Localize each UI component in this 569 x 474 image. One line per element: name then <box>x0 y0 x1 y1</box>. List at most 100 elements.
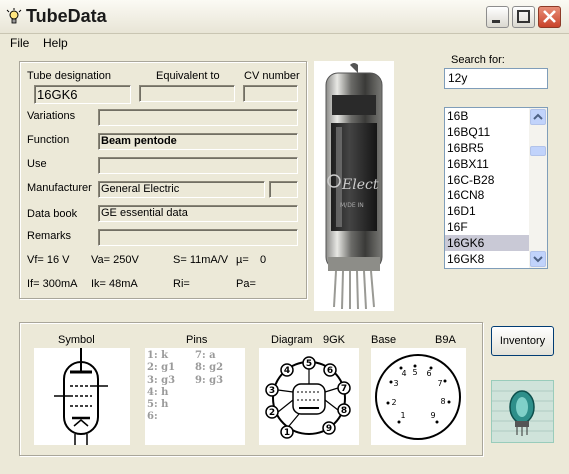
search-label: Search for: <box>451 54 505 66</box>
remarks-field[interactable] <box>98 229 298 246</box>
scroll-thumb[interactable] <box>530 146 546 156</box>
menu-file[interactable]: File <box>10 36 29 50</box>
equivalent-to-field[interactable] <box>139 85 235 102</box>
list-item[interactable]: 16B <box>445 108 529 124</box>
list-item[interactable]: 16BX11 <box>445 156 529 172</box>
maximize-button[interactable] <box>512 6 535 28</box>
pins-panel: 1: k 2: g1 3: g3 4: h 5: h 6: 7: a 8: g2… <box>145 348 245 445</box>
diagram-label: Diagram <box>271 334 313 346</box>
svg-text:5: 5 <box>412 368 417 377</box>
ri-value: Ri= <box>173 278 190 290</box>
tube-logo-icon <box>491 380 554 443</box>
pinout-diagram: 5 6 7 8 9 1 2 3 4 <box>259 348 359 445</box>
use-label: Use <box>27 158 47 170</box>
svg-text:3: 3 <box>269 386 275 396</box>
va-value: Va= 250V <box>91 254 139 266</box>
pin-entry: 2: g1 <box>147 362 176 374</box>
svg-text:4: 4 <box>284 366 290 376</box>
tube-designation-field[interactable]: 16GK6 <box>34 85 131 104</box>
cv-number-field[interactable] <box>243 85 298 102</box>
pin-entry: 6: <box>147 411 158 423</box>
function-label: Function <box>27 134 70 146</box>
use-field[interactable] <box>98 157 298 174</box>
symbol-label: Symbol <box>58 334 95 346</box>
svg-text:5: 5 <box>306 359 312 369</box>
base-label: Base <box>371 334 397 346</box>
minimize-icon <box>492 20 500 23</box>
pin-entry: 4: h <box>147 386 169 398</box>
list-item-selected[interactable]: 16GK6 <box>445 235 529 252</box>
data-book-field[interactable]: GE essential data <box>98 205 298 222</box>
pin-entry: 7: a <box>195 350 216 361</box>
mu-value: 0 <box>260 254 267 266</box>
svg-text:1: 1 <box>284 428 290 438</box>
svg-text:6: 6 <box>327 366 333 376</box>
pa-value: Pa= <box>236 278 256 290</box>
svg-text:9: 9 <box>430 411 435 420</box>
pin-entry: 9: g3 <box>195 374 224 386</box>
window-title: TubeData <box>26 6 107 26</box>
cv-number-label: CV number <box>244 70 300 82</box>
list-item[interactable]: 16GK8 <box>445 251 529 267</box>
svg-text:3: 3 <box>393 379 398 388</box>
list-item[interactable]: 16BR5 <box>445 140 529 156</box>
function-field[interactable]: Beam pentode <box>98 133 298 150</box>
base-code: B9A <box>435 334 456 346</box>
svg-text:1: 1 <box>400 411 405 420</box>
search-input[interactable]: 12y <box>444 68 548 89</box>
variations-label: Variations <box>27 110 76 122</box>
pin-entry: 3: g3 <box>147 374 176 386</box>
list-item[interactable]: 16F <box>445 219 529 235</box>
data-book-label: Data book <box>27 208 78 220</box>
manufacturer-field[interactable]: General Electric <box>98 181 265 198</box>
menu-help[interactable]: Help <box>43 36 68 50</box>
menu-bar: File Help <box>0 34 569 53</box>
bulb-icon <box>6 8 22 24</box>
minimize-button[interactable] <box>486 6 509 28</box>
tube-made-in-text: M/DE IN <box>340 202 364 209</box>
scroll-up-button[interactable] <box>530 109 546 125</box>
list-item[interactable]: 16C-B28 <box>445 172 529 188</box>
list-item[interactable]: 16BQ11 <box>445 124 529 140</box>
manufacturer-label: Manufacturer <box>27 182 92 194</box>
tube-listbox[interactable]: 16B 16BQ11 16BR5 16BX11 16C-B28 16CN8 16… <box>444 107 548 269</box>
tube-brand-text: Elect <box>341 177 379 193</box>
svg-text:6: 6 <box>426 369 431 378</box>
maximize-icon <box>517 10 530 23</box>
list-scrollbar[interactable] <box>529 108 547 268</box>
remarks-label: Remarks <box>27 230 72 242</box>
equivalent-to-label: Equivalent to <box>156 70 220 82</box>
svg-text:2: 2 <box>391 398 396 407</box>
title-bar: TubeData <box>0 0 569 34</box>
list-item[interactable]: 16D1 <box>445 203 529 219</box>
pins-label: Pins <box>186 334 208 346</box>
chevron-up-icon <box>533 113 543 120</box>
s-value: S= 11mA/V <box>173 254 229 266</box>
close-icon <box>543 10 556 23</box>
svg-text:8: 8 <box>440 397 445 406</box>
scroll-down-button[interactable] <box>530 251 546 267</box>
chevron-down-icon <box>533 256 543 263</box>
mu-label: µ= <box>236 254 249 266</box>
base-diagram: 5 6 7 8 9 1 2 3 4 <box>371 348 466 445</box>
vf-value: Vf= 16 V <box>27 254 70 266</box>
tube-symbol <box>34 348 130 445</box>
if-value: If= 300mA <box>27 278 78 290</box>
inventory-button[interactable]: Inventory <box>491 326 554 356</box>
variations-field[interactable] <box>98 109 298 126</box>
svg-text:9: 9 <box>326 424 332 434</box>
close-button[interactable] <box>538 6 561 28</box>
pin-entry: 1: k <box>147 350 169 361</box>
svg-text:7: 7 <box>341 384 347 394</box>
pin-entry: 8: g2 <box>195 362 224 374</box>
ik-value: Ik= 48mA <box>91 278 138 290</box>
tube-photo: Elect M/DE IN <box>314 61 394 311</box>
svg-text:4: 4 <box>401 369 406 378</box>
svg-text:8: 8 <box>341 406 347 416</box>
pin-entry: 5: h <box>147 399 169 411</box>
diagram-code: 9GK <box>323 334 346 346</box>
tube-designation-label: Tube designation <box>27 70 111 82</box>
svg-text:7: 7 <box>437 379 442 388</box>
list-item[interactable]: 16CN8 <box>445 187 529 203</box>
manufacturer-extra-field[interactable] <box>269 181 298 198</box>
